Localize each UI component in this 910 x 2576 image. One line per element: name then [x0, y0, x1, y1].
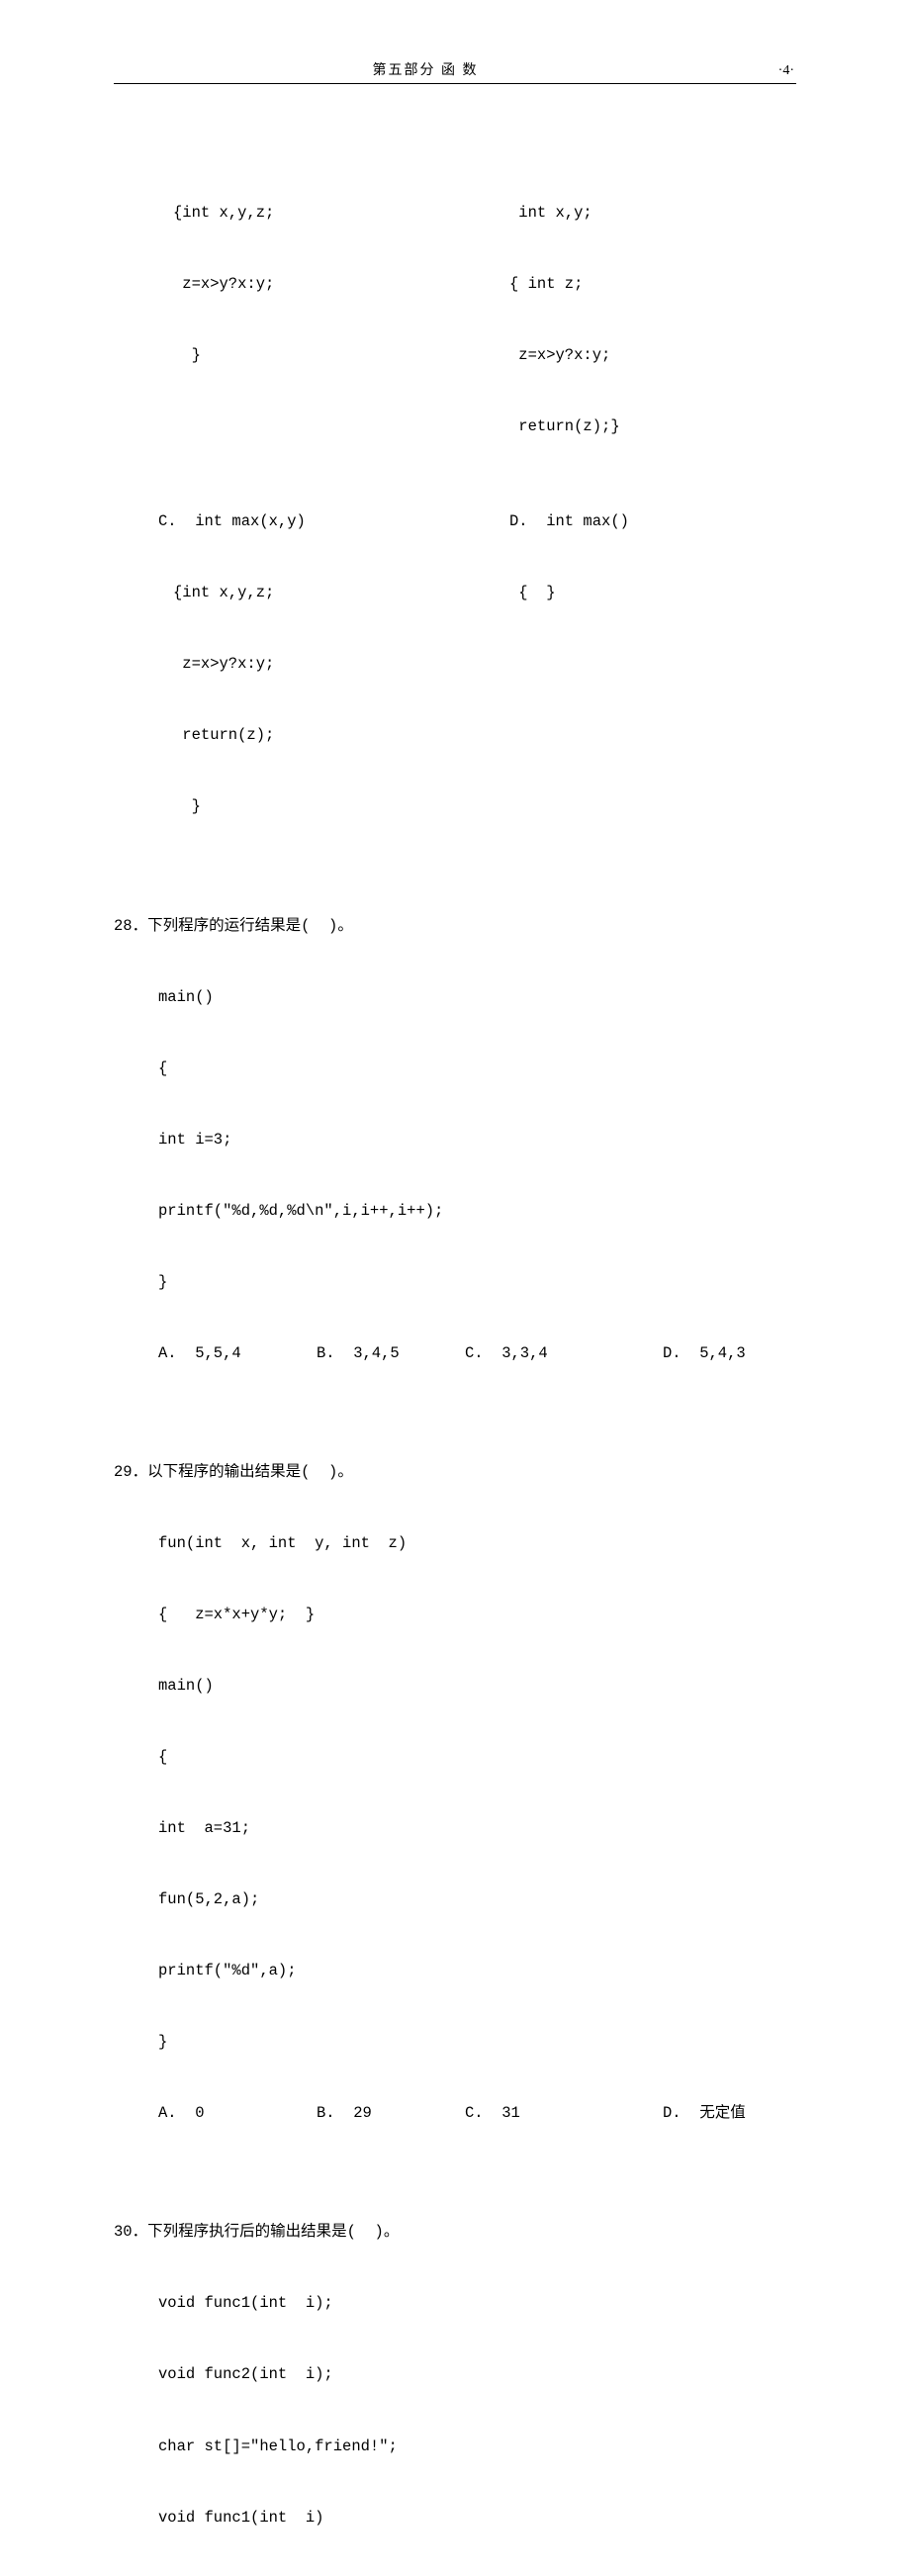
- q29-stem: 29．以下程序的输出结果是( )。: [114, 1460, 796, 1484]
- q27-b-line3: z=x>y?x:y;: [509, 343, 610, 367]
- q28-options: A. 5,5,4 B. 3,4,5 C. 3,3,4 D. 5,4,3: [114, 1341, 796, 1365]
- q28-stem: 28．下列程序的运行结果是( )。: [114, 914, 796, 938]
- q29-code-3: {: [114, 1745, 796, 1769]
- q29-opt-c: C. 31: [465, 2101, 663, 2125]
- q29-code-7: }: [114, 2030, 796, 2054]
- page-number: ·4·: [735, 63, 794, 79]
- q27-c-line3: return(z);: [114, 723, 796, 747]
- q27-c-line2: z=x>y?x:y;: [114, 652, 796, 676]
- q29-opt-a: A. 0: [158, 2101, 317, 2125]
- q28-code-1: {: [114, 1057, 796, 1080]
- q27-row4: return(z);}: [114, 414, 796, 438]
- q30-code-3: void func1(int i): [114, 2506, 796, 2530]
- q27-row3: } z=x>y?x:y;: [114, 343, 796, 367]
- q28-text: 下列程序的运行结果是( )。: [147, 917, 353, 935]
- q29-code-5: fun(5,2,a);: [114, 1887, 796, 1911]
- q27-row1: {int x,y,z; int x,y;: [114, 201, 796, 225]
- q29-options: A. 0 B. 29 C. 31 D. 无定值: [114, 2101, 796, 2125]
- q28-opt-c: C. 3,3,4: [465, 1341, 663, 1365]
- header-title: 第五部分 函 数: [116, 59, 735, 79]
- q30-stem: 30．下列程序执行后的输出结果是( )。: [114, 2220, 796, 2244]
- q27-c-line1: {int x,y,z;: [114, 581, 509, 604]
- q29-opt-b: B. 29: [317, 2101, 465, 2125]
- q29-code-1: { z=x*x+y*y; }: [114, 1603, 796, 1626]
- q30-text: 下列程序执行后的输出结果是( )。: [147, 2223, 399, 2241]
- q27-a-empty: [114, 414, 509, 438]
- q27-row-cd: C. int max(x,y) D. int max(): [114, 509, 796, 533]
- q29-code-0: fun(int x, int y, int z): [114, 1531, 796, 1555]
- q29-code-4: int a=31;: [114, 1816, 796, 1840]
- q27-b-line1: int x,y;: [509, 201, 592, 225]
- q27-b-line2: { int z;: [509, 272, 583, 296]
- content: {int x,y,z; int x,y; z=x>y?x:y; { int z;…: [114, 106, 796, 2576]
- q28-code-3: printf("%d,%d,%d\n",i,i++,i++);: [114, 1199, 796, 1223]
- q28-num: 28．: [114, 917, 147, 935]
- q27-opt-d: D. int max(): [509, 509, 629, 533]
- q28-opt-b: B. 3,4,5: [317, 1341, 465, 1365]
- q30-code-0: void func1(int i);: [114, 2291, 796, 2315]
- q29-num: 29．: [114, 1463, 147, 1481]
- q30-code-2: char st[]="hello,friend!";: [114, 2435, 796, 2458]
- q27-opt-c: C. int max(x,y): [114, 509, 509, 533]
- q29-opt-d: D. 无定值: [663, 2101, 746, 2125]
- q28-code-4: }: [114, 1270, 796, 1294]
- q29-code-6: printf("%d",a);: [114, 1959, 796, 1982]
- q27-a-line1: {int x,y,z;: [114, 201, 509, 225]
- q30-code-1: void func2(int i);: [114, 2362, 796, 2386]
- q28-opt-a: A. 5,5,4: [158, 1341, 317, 1365]
- q29-code-2: main(): [114, 1674, 796, 1698]
- q28-opt-d: D. 5,4,3: [663, 1341, 746, 1365]
- q27-b-line4: return(z);}: [509, 414, 620, 438]
- q27-row2: z=x>y?x:y; { int z;: [114, 272, 796, 296]
- q28-code-2: int i=3;: [114, 1128, 796, 1151]
- page: 第五部分 函 数 ·4· {int x,y,z; int x,y; z=x>y?…: [0, 0, 910, 1288]
- q27-a-line3: }: [114, 343, 509, 367]
- q27-a-line2: z=x>y?x:y;: [114, 272, 509, 296]
- q27-d-line1: { }: [509, 581, 556, 604]
- q27-row-cd1: {int x,y,z; { }: [114, 581, 796, 604]
- page-header: 第五部分 函 数 ·4·: [114, 59, 796, 83]
- q29-text: 以下程序的输出结果是( )。: [147, 1463, 353, 1481]
- q30-num: 30．: [114, 2223, 147, 2241]
- q28-code-0: main(): [114, 985, 796, 1009]
- header-rule: [114, 83, 796, 84]
- q27-c-line4: }: [114, 794, 796, 818]
